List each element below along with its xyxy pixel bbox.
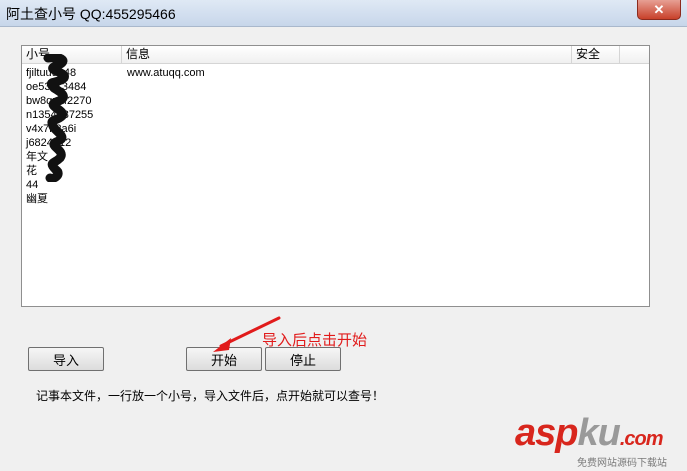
column-header-safety[interactable]: 安全 [572,46,620,63]
close-button[interactable]: ✕ [637,0,681,20]
list-rows: fjiltuu9348 www.atuqq.com oe53113484 bw8q… [22,66,649,206]
cell-account: 幽夏 [26,193,48,205]
watermark-part2: ku [577,412,620,454]
window-title: 阿土查小号 QQ:455295466 [6,6,176,22]
table-row[interactable]: 年文 [22,150,649,164]
annotation-text: 导入后点击开始 [262,332,368,349]
cell-info: www.atuqq.com [127,67,205,79]
table-row[interactable]: n1354337255 [22,108,649,122]
watermark-part1: asp [515,412,578,454]
table-row[interactable]: j6824412 [22,136,649,150]
column-header-info[interactable]: 信息 [122,46,572,63]
table-row[interactable]: 44 [22,178,649,192]
table-row[interactable]: oe53113484 [22,80,649,94]
close-icon: ✕ [653,1,665,17]
watermark-logo: aspku.com 免费网站源码下载站 [515,412,685,469]
table-row[interactable]: fjiltuu9348 www.atuqq.com [22,66,649,80]
import-button[interactable]: 导入 [28,347,104,371]
table-row[interactable]: 花 [22,164,649,178]
watermark-subtitle: 免费网站源码下载站 [577,458,667,469]
table-row[interactable]: bw8quxf2270 [22,94,649,108]
table-row[interactable]: 幽夏 [22,192,649,206]
watermark-part3: .com [619,428,664,450]
redaction-scribble [43,54,69,182]
account-list[interactable]: 小号 信息 安全 fjiltuu9348 www.atuqq.com oe5311… [21,45,650,307]
app-window: 阿土查小号 QQ:455295466 ✕ 小号 信息 安全 fjiltuu934… [0,0,687,471]
list-header: 小号 信息 安全 [22,46,649,64]
table-row[interactable]: v4x7h2a6i [22,122,649,136]
title-bar[interactable]: 阿土查小号 QQ:455295466 ✕ [0,0,687,27]
usage-hint: 记事本文件，一行放一个小号，导入文件后，点开始就可以查号！ [36,389,385,403]
